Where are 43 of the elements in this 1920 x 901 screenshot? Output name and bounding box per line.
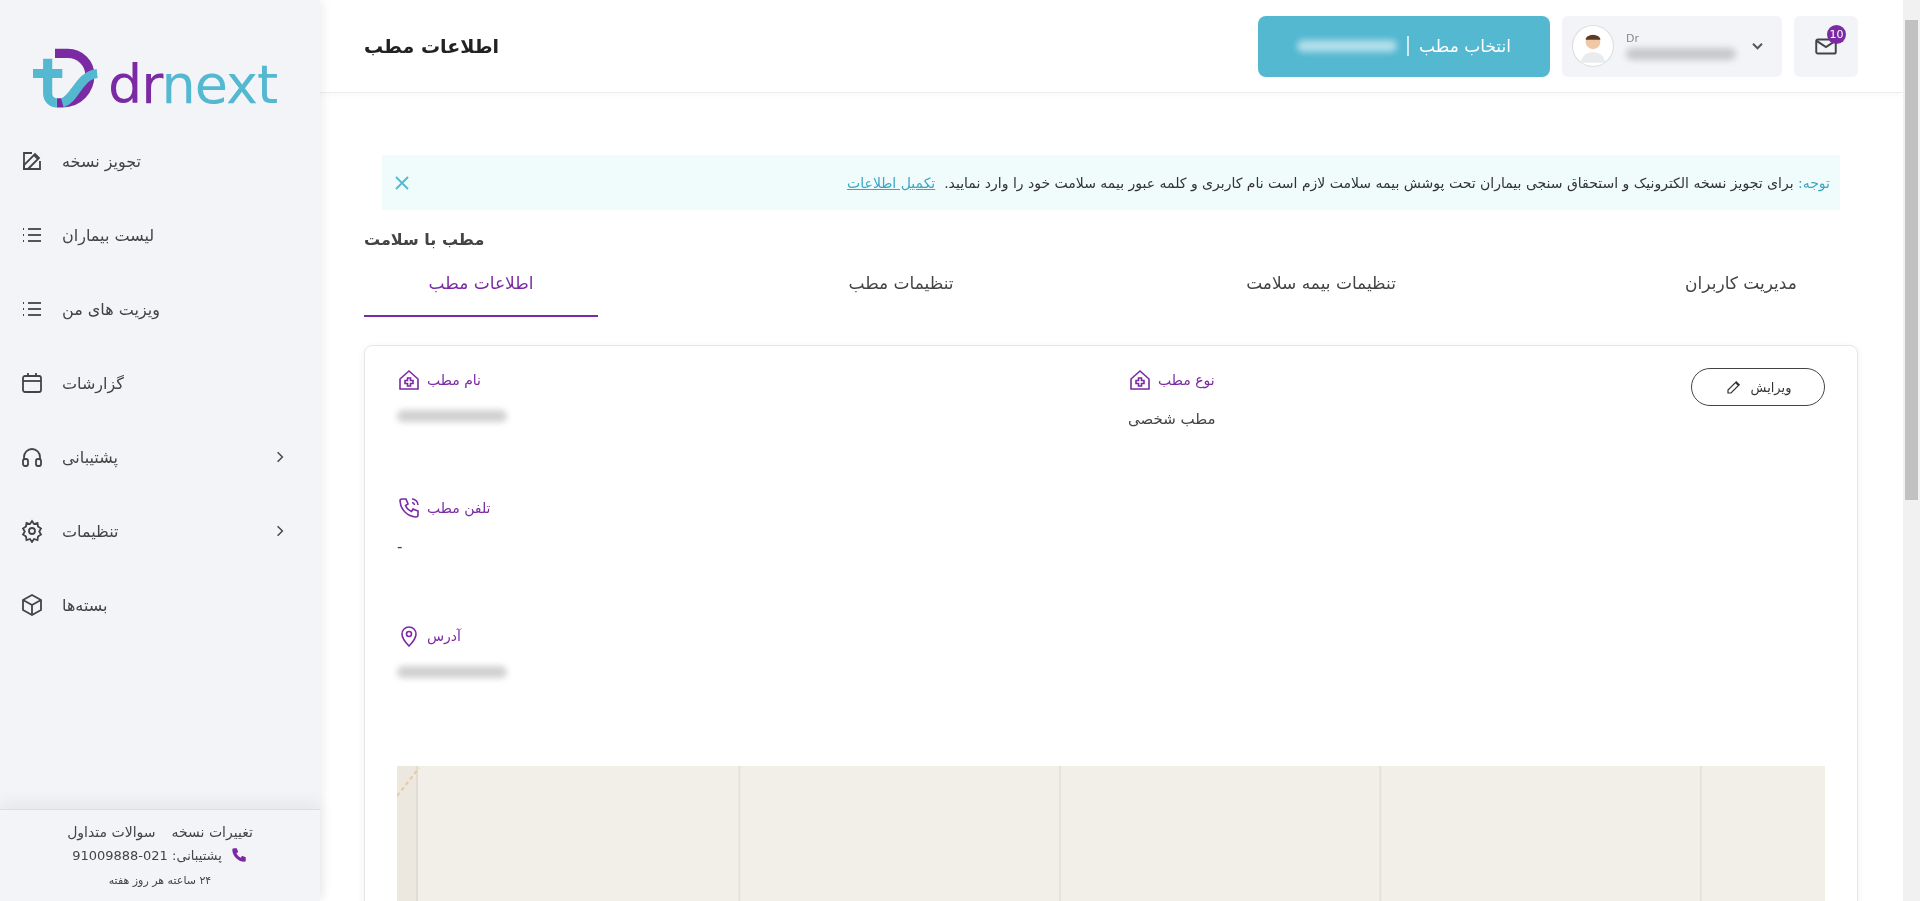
gear-icon bbox=[20, 519, 44, 543]
phone-icon bbox=[229, 846, 248, 864]
clinic-icon bbox=[1128, 368, 1152, 392]
tab[interactable]: اطلاعات مطب bbox=[364, 257, 598, 317]
sidebar-item[interactable]: گزارشات bbox=[0, 346, 320, 420]
sidebar-item[interactable]: تنظیمات bbox=[0, 494, 320, 568]
tab[interactable]: مدیریت کاربران bbox=[1624, 257, 1858, 317]
avatar-icon bbox=[1572, 25, 1614, 67]
sidebar-item[interactable]: پشتیبانی bbox=[0, 420, 320, 494]
notification-badge: 10 bbox=[1827, 24, 1846, 44]
field-value: مطب شخصی bbox=[1128, 410, 1217, 428]
edit-icon bbox=[20, 149, 44, 173]
alert-message: توجه: برای تجویز نسخه الکترونیک و استحقاق سنجی بیماران تحت پوشش بیمه سلامت لازم است نام کاربری و کلمه عبور بیمه سلامت خود را وارد نمایید. تکمیل اطلاعات bbox=[846, 174, 1830, 191]
field-label: تلفن مطب bbox=[427, 500, 491, 516]
scrollbar[interactable] bbox=[1903, 0, 1920, 901]
close-icon[interactable] bbox=[394, 174, 410, 191]
caret-icon bbox=[1751, 41, 1764, 51]
sidebar-item[interactable]: لیست بیماران bbox=[0, 198, 320, 272]
support-phone: پشتیبانی: 021-91009888 bbox=[72, 847, 222, 863]
calendar-icon bbox=[20, 371, 44, 395]
mail-button[interactable]: 10 bbox=[1794, 15, 1858, 77]
user-title: Dr bbox=[1626, 32, 1640, 45]
field-label: آدرس bbox=[427, 628, 461, 644]
field-label: نام مطب bbox=[427, 372, 481, 388]
edit-button[interactable]: ویرایش bbox=[1691, 368, 1825, 406]
box-icon bbox=[20, 593, 44, 617]
logo-text: drnext bbox=[108, 58, 278, 112]
pencil-icon bbox=[1724, 378, 1743, 396]
clinic-heading: مطب با سلامت bbox=[364, 230, 485, 249]
footer-link[interactable]: تغییرات نسخه bbox=[171, 824, 253, 840]
field-label: نوع مطب bbox=[1158, 372, 1215, 388]
sidebar-item[interactable]: ویزیت های من bbox=[0, 272, 320, 346]
sidebar-item[interactable]: تجویز نسخه bbox=[0, 124, 320, 198]
clinic-icon bbox=[397, 368, 421, 392]
footer-link[interactable]: سوالات متداول bbox=[67, 824, 156, 840]
tab[interactable]: تنظیمات بیمه سلامت bbox=[1204, 257, 1438, 317]
field-value: - bbox=[397, 538, 404, 556]
headset-icon bbox=[20, 445, 44, 469]
support-hours: ۲۴ ساعته هر روز هفته bbox=[108, 874, 212, 887]
page-title: اطلاعات مطب bbox=[364, 35, 500, 57]
sidebar-item[interactable]: بسته‌ها bbox=[0, 568, 320, 642]
tab[interactable]: تنظیمات مطب bbox=[784, 257, 1018, 317]
phone-icon bbox=[397, 496, 421, 520]
